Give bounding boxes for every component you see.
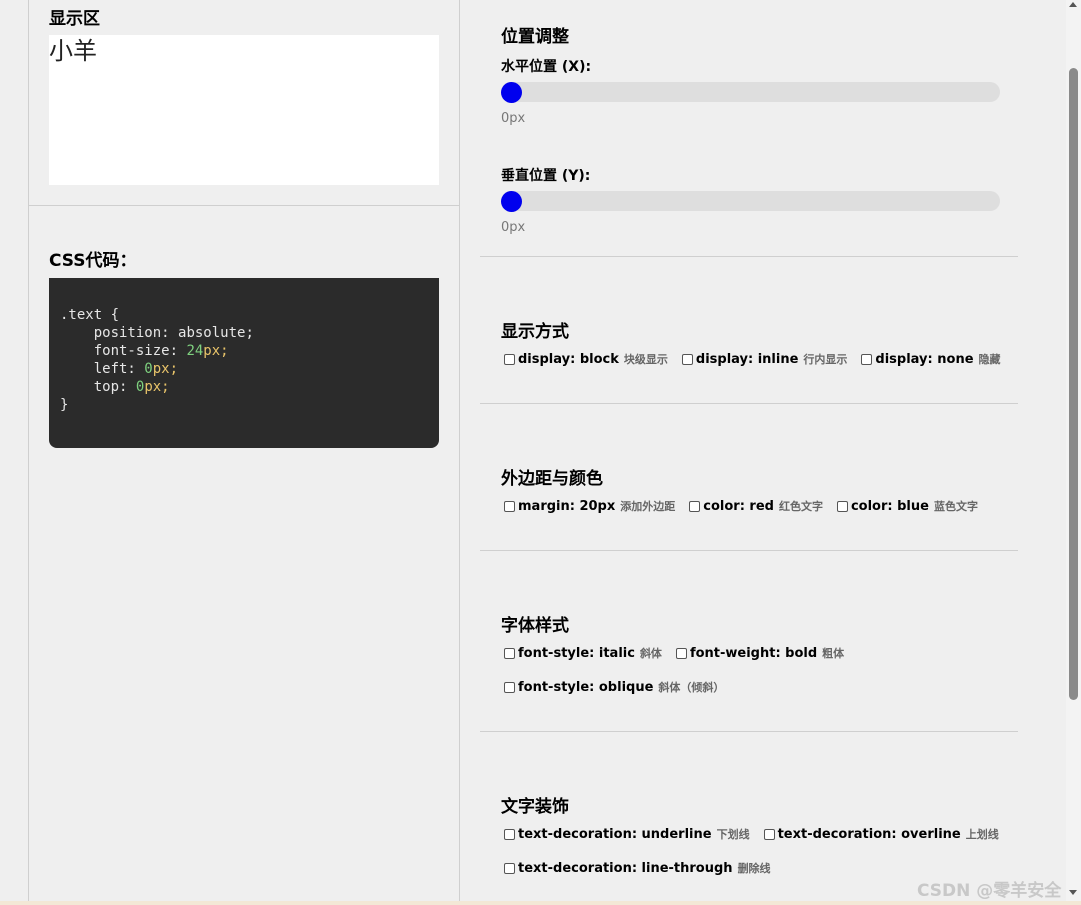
display-none-option[interactable]: display: none 隐藏 [861,351,1001,367]
section-divider [480,550,1018,551]
y-slider-thumb[interactable] [501,191,522,212]
scrollbar-thumb[interactable] [1069,68,1078,700]
font-oblique-option[interactable]: font-style: oblique 斜体（倾斜） [504,679,724,695]
color-red-option[interactable]: color: red 红色文字 [689,498,823,514]
text-decoration-section-title: 文字装饰 [501,797,569,817]
color-red-checkbox[interactable] [689,500,701,512]
display-options: display: block 块级显示 display: inline 行内显示 d… [504,350,1015,368]
line-through-option[interactable]: text-decoration: line-through 删除线 [504,860,771,876]
overline-checkbox[interactable] [763,828,775,840]
line-through-checkbox[interactable] [504,862,515,874]
color-blue-option[interactable]: color: blue 蓝色文字 [836,498,978,514]
css-code-block: .text { position: absolute; font-size: 2… [49,278,439,448]
display-inline-option[interactable]: display: inline 行内显示 [681,351,847,367]
code-line-close: } [60,397,69,413]
control-panel: 位置调整 水平位置 (X): 0px 垂直位置 (Y): 0px 显示方式 di… [460,0,1066,905]
code-line-position: position: absolute; [93,325,254,341]
x-position-slider[interactable] [501,82,1000,103]
css-code-title: CSS代码： [49,251,137,271]
bottom-edge [0,901,1081,905]
text-decoration-options-row2: text-decoration: line-through 删除线 [504,859,785,877]
code-line-selector: .text { [60,307,120,323]
display-block-checkbox[interactable] [504,353,515,365]
font-oblique-checkbox[interactable] [504,681,515,693]
underline-option[interactable]: text-decoration: underline 下划线 [504,826,750,842]
watermark: CSDN @零羊安全 [917,881,1062,901]
scroll-up-arrow-icon[interactable] [1069,2,1077,7]
left-margin-strip [0,0,29,905]
font-italic-checkbox[interactable] [504,647,515,659]
code-line-top: top: 0px; [93,379,170,395]
font-style-section-title: 字体样式 [501,616,569,636]
margin-color-options: margin: 20px 添加外边距 color: red 红色文字 color: … [504,497,992,515]
section-divider [480,731,1018,732]
vertical-scrollbar[interactable] [1066,0,1081,905]
section-divider [480,256,1018,257]
scroll-down-arrow-icon[interactable] [1069,890,1077,895]
x-position-value: 0px [501,111,526,126]
color-blue-checkbox[interactable] [836,500,848,512]
font-bold-checkbox[interactable] [675,647,687,659]
font-style-options-row2: font-style: oblique 斜体（倾斜） [504,678,738,696]
text-decoration-options: text-decoration: underline 下划线 text-decor… [504,825,1013,843]
display-inline-checkbox[interactable] [681,353,693,365]
margin-color-section-title: 外边距与颜色 [501,469,603,489]
x-slider-thumb[interactable] [501,82,522,103]
left-panel: 显示区 小羊 CSS代码： .text { position: absolute… [29,0,460,905]
position-section-title: 位置调整 [501,27,569,47]
code-line-left: left: 0px; [93,361,179,377]
font-italic-option[interactable]: font-style: italic 斜体 [504,645,662,661]
display-none-checkbox[interactable] [861,353,873,365]
display-text: 小羊 [49,37,97,65]
section-divider [480,403,1018,404]
margin-option[interactable]: margin: 20px 添加外边距 [504,498,675,514]
y-position-label: 垂直位置 (Y): [501,168,591,184]
overline-option[interactable]: text-decoration: overline 上划线 [763,826,999,842]
y-position-slider[interactable] [501,191,1000,212]
display-area: 小羊 [49,35,439,185]
display-area-title: 显示区 [49,9,100,29]
underline-checkbox[interactable] [504,828,515,840]
font-bold-option[interactable]: font-weight: bold 粗体 [675,645,844,661]
code-line-font-size: font-size: 24px; [93,343,229,359]
y-position-value: 0px [501,220,526,235]
font-style-options: font-style: italic 斜体 font-weight: bold 粗体 [504,644,858,662]
display-block-option[interactable]: display: block 块级显示 [504,351,668,367]
display-section-title: 显示方式 [501,322,569,342]
margin-checkbox[interactable] [504,500,515,512]
left-divider [29,205,459,206]
x-position-label: 水平位置 (X): [501,59,592,75]
